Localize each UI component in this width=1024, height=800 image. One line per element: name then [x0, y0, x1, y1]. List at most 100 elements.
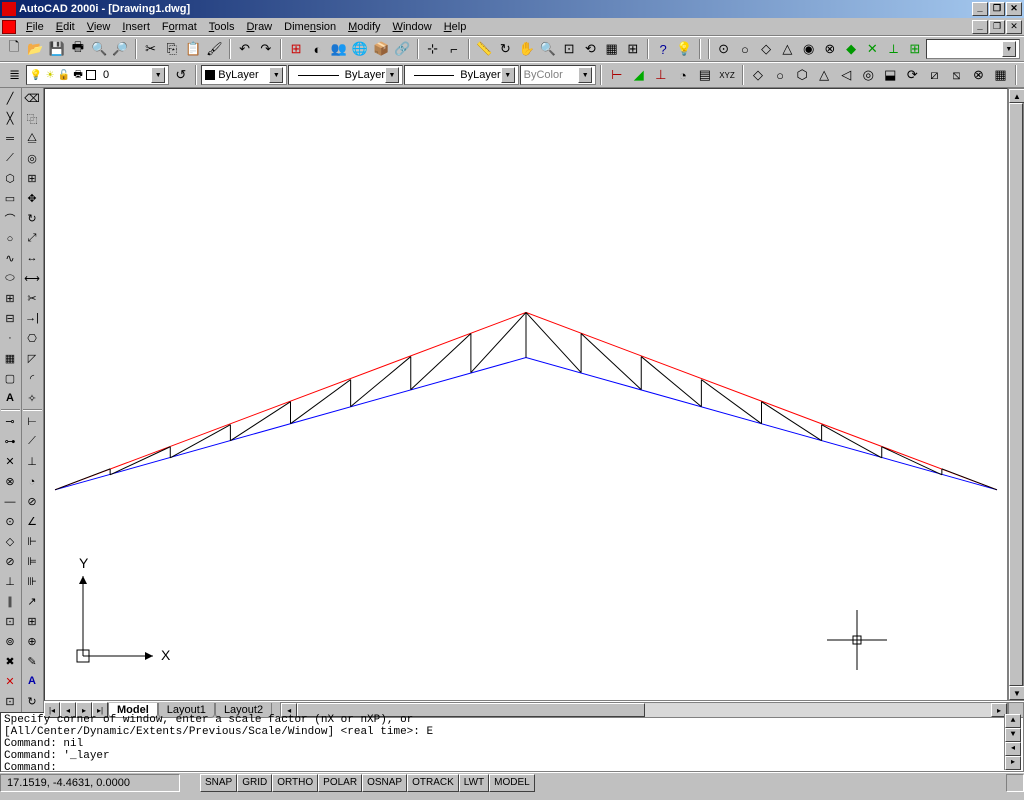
- scroll-right-button[interactable]: ▸: [1005, 756, 1021, 770]
- solid-torus-button[interactable]: ◎: [858, 64, 879, 86]
- erase-tool[interactable]: ⌫: [22, 89, 42, 109]
- osnap-quad-button[interactable]: ◆: [841, 38, 861, 60]
- ellipse-tool[interactable]: ⬭: [0, 268, 20, 288]
- break-tool[interactable]: ⎔: [22, 328, 42, 348]
- solid-sphere-button[interactable]: ○: [770, 64, 791, 86]
- solid-cylinder-button[interactable]: ⬡: [792, 64, 813, 86]
- revolve-button[interactable]: ⟳: [902, 64, 923, 86]
- mirror-tool[interactable]: ⧋: [22, 129, 42, 149]
- array-tool[interactable]: ⊞: [22, 169, 42, 189]
- snap-node-tool[interactable]: ⊚: [0, 631, 20, 651]
- insert-block-tool[interactable]: ⊞: [0, 288, 20, 308]
- new-button[interactable]: 🗋: [4, 38, 24, 60]
- dim-quick-tool[interactable]: ⊩: [22, 532, 42, 552]
- polygon-tool[interactable]: ⬡: [0, 169, 20, 189]
- osnap-mid-button[interactable]: △: [777, 38, 797, 60]
- layer-dropdown[interactable]: 💡 ☀ 🔓 🖶 0 ▼: [26, 65, 169, 85]
- redo-button[interactable]: ↷: [256, 38, 276, 60]
- dim-center-tool[interactable]: ⊕: [22, 631, 42, 651]
- snap-tan-tool[interactable]: ⊘: [0, 552, 20, 572]
- meet-now-button[interactable]: 👥: [329, 38, 349, 60]
- ucs-button[interactable]: ⌐: [444, 38, 464, 60]
- command-window[interactable]: Specify corner of window, enter a scale …: [0, 712, 1024, 772]
- find-button[interactable]: 🔎: [110, 38, 130, 60]
- snap-appint-tool[interactable]: ⊗: [0, 472, 20, 492]
- command-input[interactable]: ▼: [926, 39, 1020, 59]
- zoom-previous-button[interactable]: ⟲: [580, 38, 600, 60]
- menu-modify[interactable]: Modify: [342, 20, 386, 34]
- snap-int-tool[interactable]: ✕: [0, 452, 20, 472]
- properties-button[interactable]: ▦: [602, 38, 622, 60]
- scale-tool[interactable]: ⤢: [22, 229, 42, 249]
- dim-diameter-tool[interactable]: ⊘: [22, 492, 42, 512]
- cut-button[interactable]: ✂: [141, 38, 161, 60]
- menu-file[interactable]: File: [20, 20, 50, 34]
- scroll-up-button[interactable]: ▲: [1009, 89, 1024, 103]
- stretch-tool[interactable]: ↔: [22, 249, 42, 269]
- dim-linear-button[interactable]: ⊢: [606, 64, 627, 86]
- dropdown-arrow-icon[interactable]: ▼: [269, 67, 283, 83]
- osnap-ins-button[interactable]: ⊞: [905, 38, 925, 60]
- spline-tool[interactable]: ∿: [0, 249, 20, 269]
- rotate-tool[interactable]: ↻: [22, 209, 42, 229]
- solid-wedge-button[interactable]: ◁: [836, 64, 857, 86]
- plotstyle-dropdown[interactable]: ByColor ▼: [520, 65, 597, 85]
- dropdown-arrow-icon[interactable]: ▼: [385, 67, 399, 83]
- hatch-tool[interactable]: ▦: [0, 348, 20, 368]
- snap-ext-tool[interactable]: —: [0, 492, 20, 512]
- redraw-button[interactable]: ↻: [495, 38, 515, 60]
- dim-baseline-tool[interactable]: ⊫: [22, 552, 42, 572]
- etransmit-button[interactable]: 📦: [371, 38, 391, 60]
- interfere-button[interactable]: ⊗: [968, 64, 989, 86]
- setup-drawing-button[interactable]: ▦: [990, 64, 1011, 86]
- dim-edit-tool[interactable]: ✎: [22, 651, 42, 671]
- command-scrollbar[interactable]: ▲ ▼ ◂ ▸: [1004, 714, 1020, 770]
- layers-button[interactable]: ≣: [4, 64, 25, 86]
- doc-close-button[interactable]: ✕: [1006, 20, 1022, 34]
- autodesk-pod-button[interactable]: ◐: [307, 38, 327, 60]
- dist-button[interactable]: 📏: [474, 38, 494, 60]
- copy-button[interactable]: ⎘: [162, 38, 182, 60]
- solid-cone-button[interactable]: △: [814, 64, 835, 86]
- point-tool[interactable]: ·: [0, 328, 20, 348]
- osnap-cen-button[interactable]: ◉: [799, 38, 819, 60]
- maximize-button[interactable]: ❐: [989, 2, 1005, 16]
- lwt-toggle[interactable]: LWT: [459, 774, 489, 792]
- print-button[interactable]: 🖶: [68, 38, 88, 60]
- trim-tool[interactable]: ✂: [22, 288, 42, 308]
- menu-tools[interactable]: Tools: [203, 20, 241, 34]
- scroll-left-button[interactable]: ◂: [1005, 742, 1021, 756]
- osnap-ext-button[interactable]: ⟂: [884, 38, 904, 60]
- snap-par-tool[interactable]: ∥: [0, 591, 20, 611]
- help-button[interactable]: ?: [653, 38, 673, 60]
- snap-none-tool[interactable]: ✕: [0, 671, 20, 691]
- toolbar-grip[interactable]: [742, 65, 744, 85]
- osnap-int-button[interactable]: ✕: [862, 38, 882, 60]
- mtext-tool[interactable]: A: [0, 388, 20, 408]
- open-button[interactable]: 📂: [25, 38, 45, 60]
- snap-near-tool[interactable]: ✖: [0, 651, 20, 671]
- vertical-scrollbar[interactable]: ▲ ▼: [1008, 88, 1024, 701]
- copy-obj-tool[interactable]: ⿻: [22, 109, 42, 129]
- publish-button[interactable]: 🌐: [350, 38, 370, 60]
- dim-edit-button[interactable]: XYZ: [716, 64, 737, 86]
- insert-hyperlink-button[interactable]: 🔗: [392, 38, 412, 60]
- move-tool[interactable]: ✥: [22, 189, 42, 209]
- dropdown-arrow-icon[interactable]: ▼: [1002, 41, 1016, 57]
- minimize-button[interactable]: _: [972, 2, 988, 16]
- polar-toggle[interactable]: POLAR: [318, 774, 362, 792]
- print-preview-button[interactable]: 🔍: [89, 38, 109, 60]
- snap-mid-tool[interactable]: ⊶: [0, 432, 20, 452]
- toolbar-grip[interactable]: [1015, 65, 1017, 85]
- mline-tool[interactable]: ═: [0, 129, 20, 149]
- dim-continue-tool[interactable]: ⊪: [22, 572, 42, 592]
- menu-help[interactable]: Help: [438, 20, 473, 34]
- dim-tedit-tool[interactable]: A: [22, 671, 42, 691]
- linetype-dropdown[interactable]: ByLayer ▼: [288, 65, 403, 85]
- dim-aligned-button[interactable]: ◢: [628, 64, 649, 86]
- doc-restore-button[interactable]: ❐: [989, 20, 1005, 34]
- coords-pane[interactable]: 17.1519, -4.4631, 0.0000: [0, 774, 180, 792]
- menu-edit[interactable]: Edit: [50, 20, 81, 34]
- layer-previous-button[interactable]: ↺: [170, 64, 191, 86]
- save-button[interactable]: 💾: [47, 38, 67, 60]
